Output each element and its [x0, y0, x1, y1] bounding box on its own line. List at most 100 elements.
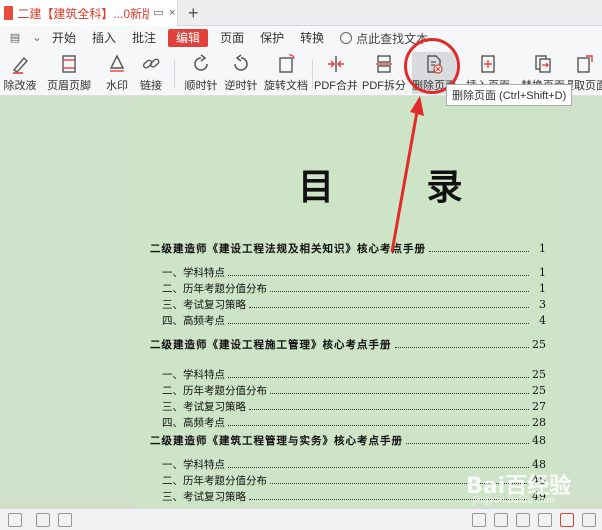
correction-fluid-button[interactable]: 除改液	[2, 52, 38, 94]
toc-entry-label: 二级建造师《建筑工程管理与实务》核心考点手册	[150, 434, 403, 447]
close-tab-icon[interactable]: ×	[168, 7, 177, 19]
toc-entry-label: 三、考试复习策略	[162, 400, 246, 413]
toc-section-row[interactable]: 二、历年考题分值分布 1	[150, 280, 546, 296]
baidu-watermark: Bai百经验 jingyan.baidu.com	[466, 474, 572, 506]
pen-icon	[12, 56, 28, 74]
toc-leader-dots	[228, 424, 529, 426]
toc-entry-label: 二级建造师《建设工程法规及相关知识》核心考点手册	[150, 242, 426, 255]
menu-page[interactable]: 页面	[212, 29, 252, 47]
toc-page-number: 1	[539, 265, 546, 279]
search-icon	[340, 32, 353, 44]
toolbar-separator	[312, 60, 313, 88]
menu-bar: ▤ ⌄ 开始 插入 批注 编辑 页面 保护 转换 点此查找文本	[0, 26, 602, 50]
fit-page-icon[interactable]	[582, 512, 596, 527]
toc-entry-label: 一、学科特点	[162, 458, 225, 471]
delete-page-tooltip: 删除页面 (Ctrl+Shift+D)	[446, 84, 573, 106]
menu-start[interactable]: 开始	[44, 29, 84, 47]
tab-screen-icon[interactable]: ▭	[153, 7, 163, 19]
watermark-button[interactable]: 水印	[100, 52, 134, 94]
insert-page-icon	[481, 55, 495, 73]
link-icon	[142, 58, 160, 69]
rotate-document-button[interactable]: 旋转文档	[262, 52, 310, 94]
toc-page-number: 25	[532, 367, 546, 381]
dropdown-chevron-icon[interactable]: ⌄	[30, 31, 44, 45]
toc-chapter-row[interactable]: 二级建造师《建设工程法规及相关知识》核心考点手册 1	[150, 240, 546, 256]
toc-entry-label: 三、考试复习策略	[162, 298, 246, 311]
rotate-counterclockwise-icon	[234, 54, 248, 71]
toc-leader-dots	[228, 274, 529, 276]
link-button[interactable]: 链接	[136, 52, 166, 94]
toc-page-number: 25	[532, 337, 546, 351]
toc-leader-dots	[249, 306, 529, 308]
toc-entry-label: 一、学科特点	[162, 266, 225, 279]
pdf-file-icon	[4, 6, 14, 20]
toolbar-separator	[174, 60, 175, 88]
toc-section-row[interactable]: 三、考试复习策略 27	[150, 398, 546, 414]
sidebar-toggle-icon[interactable]	[8, 512, 22, 527]
rotate-clockwise-button[interactable]: 顺时针	[182, 52, 220, 94]
toc-section-row[interactable]: 四、高频考点 28	[150, 414, 546, 430]
pdf-merge-button[interactable]: PDF合并	[314, 52, 358, 94]
menu-edit[interactable]: 编辑	[168, 29, 209, 47]
previous-page-icon[interactable]	[58, 512, 72, 527]
toc-section-row[interactable]: 一、学科特点 25	[150, 366, 546, 382]
toc-section-row[interactable]: 四、高频考点 4	[150, 312, 546, 328]
toc-section-row[interactable]: 一、学科特点 1	[150, 264, 546, 280]
rotate-counterclockwise-button[interactable]: 逆时针	[222, 52, 260, 94]
toc-leader-dots	[429, 250, 529, 252]
toc-page-number: 1	[539, 241, 546, 255]
toc-leader-dots	[394, 346, 529, 348]
toc-page-number: 27	[532, 399, 546, 413]
header-footer-icon	[62, 55, 76, 73]
tab-bar: 二建【建筑全科】...0新版】.pdf ▭ × +	[0, 0, 602, 26]
first-page-icon[interactable]	[36, 512, 50, 527]
toc-entry-label: 三、考试复习策略	[162, 490, 246, 503]
header-footer-button[interactable]: 页眉页脚	[44, 52, 94, 94]
toc-entry-label: 二、历年考题分值分布	[162, 384, 267, 397]
toc-chapter-row[interactable]: 二级建造师《建筑工程管理与实务》核心考点手册 48	[150, 432, 546, 448]
double-page-view-icon[interactable]	[516, 512, 530, 527]
rotate-clockwise-icon	[194, 54, 208, 71]
menu-insert[interactable]: 插入	[84, 29, 124, 47]
toc-page-number: 4	[539, 313, 546, 327]
document-tab[interactable]: 二建【建筑全科】...0新版】.pdf ▭ ×	[0, 0, 178, 26]
file-menu-icon[interactable]: ▤	[8, 31, 22, 45]
toc-leader-dots	[406, 442, 529, 444]
toc-entry-label: 二级建造师《建设工程施工管理》核心考点手册	[150, 338, 392, 351]
play-icon[interactable]	[560, 512, 574, 527]
toc-chapter-row[interactable]: 二级建造师《建设工程施工管理》核心考点手册 25	[150, 336, 546, 352]
toc-page-number: 25	[532, 383, 546, 397]
toc-section-row[interactable]: 三、考试复习策略 3	[150, 296, 546, 312]
menu-annotate[interactable]: 批注	[124, 29, 164, 47]
split-icon	[376, 55, 392, 73]
watermark-icon	[109, 54, 125, 72]
menu-protect[interactable]: 保护	[252, 29, 292, 47]
toc-entry-label: 一、学科特点	[162, 368, 225, 381]
new-tab-button[interactable]: +	[188, 2, 199, 24]
single-page-view-icon[interactable]	[494, 512, 508, 527]
pdf-split-button[interactable]: PDF拆分	[362, 52, 406, 94]
book-view-icon[interactable]	[538, 512, 552, 527]
toc-leader-dots	[228, 376, 529, 378]
toc-entry-label: 二、历年考题分值分布	[162, 282, 267, 295]
toc-entry-label: 二、历年考题分值分布	[162, 474, 267, 487]
toc-entry-label: 四、高频考点	[162, 416, 225, 429]
toc-page-number: 3	[539, 297, 546, 311]
toc-leader-dots	[270, 392, 529, 394]
menu-convert[interactable]: 转换	[292, 29, 332, 47]
merge-icon	[328, 56, 344, 72]
toc-leader-dots	[249, 408, 529, 410]
extract-page-button[interactable]: 提取页面	[568, 52, 602, 94]
document-tab-title: 二建【建筑全科】...0新版】.pdf	[17, 6, 150, 21]
eye-view-icon[interactable]	[472, 512, 486, 527]
rotate-document-icon	[279, 54, 295, 73]
extract-page-icon	[577, 55, 593, 73]
toc-page-number: 28	[532, 415, 546, 429]
toc-page-number: 1	[539, 281, 546, 295]
toc-leader-dots	[270, 290, 529, 292]
toc-section-row[interactable]: 二、历年考题分值分布 25	[150, 382, 546, 398]
toc-entry-label: 四、高频考点	[162, 314, 225, 327]
toc-leader-dots	[228, 322, 529, 324]
replace-page-icon	[535, 55, 551, 73]
toc-page-number: 48	[532, 433, 546, 447]
